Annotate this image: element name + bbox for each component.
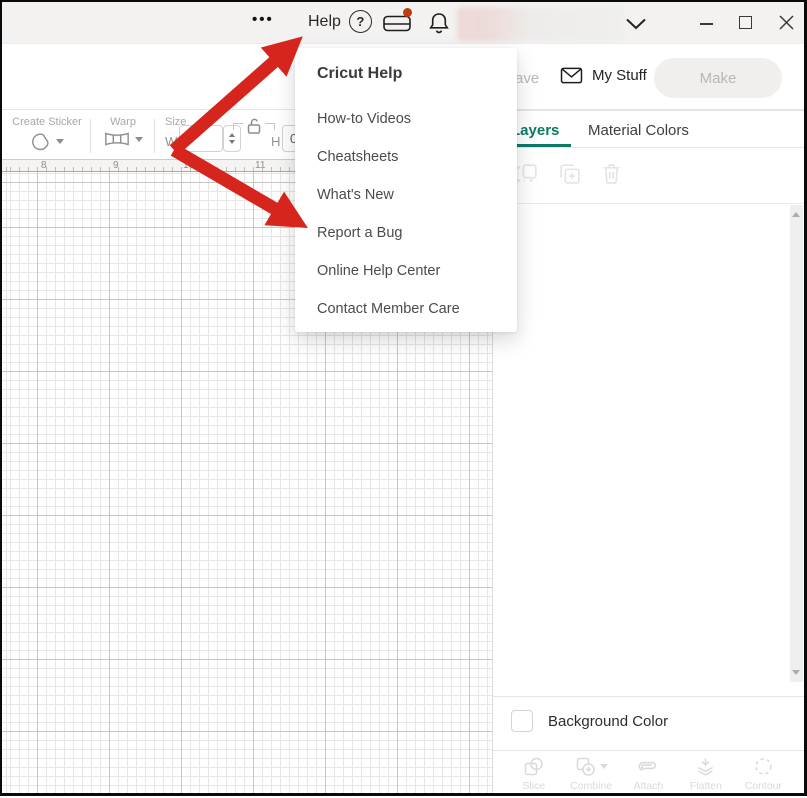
attach-icon xyxy=(637,755,660,778)
background-color-row: Background Color xyxy=(493,697,804,750)
background-color-checkbox[interactable] xyxy=(511,710,533,732)
menu-item-whats-new[interactable]: What's New xyxy=(317,187,394,203)
background-color-label: Background Color xyxy=(548,713,668,730)
menu-item-how-to-videos[interactable]: How-to Videos xyxy=(317,111,411,127)
sticker-icon xyxy=(30,131,51,152)
combine-label: Combine xyxy=(570,780,612,792)
layer-operations-toolbar: Slice Combine Attach xyxy=(493,751,804,794)
scroll-up-icon[interactable] xyxy=(792,212,800,217)
toolbar-divider xyxy=(154,119,155,153)
create-sticker-button[interactable]: Create Sticker xyxy=(8,116,86,152)
dropdown-caret-icon xyxy=(56,139,64,144)
notifications-button[interactable] xyxy=(426,10,452,37)
width-input[interactable]: 0 xyxy=(179,125,223,152)
chevron-down-icon xyxy=(625,17,647,31)
window-maximize-button[interactable] xyxy=(739,16,752,29)
delete-layer-icon[interactable] xyxy=(599,161,624,186)
warp-label: Warp xyxy=(98,116,148,128)
aspect-lock-button[interactable] xyxy=(246,117,262,134)
contour-button[interactable]: Contour xyxy=(735,751,792,794)
attach-label: Attach xyxy=(634,780,664,792)
account-dropdown-button[interactable] xyxy=(625,17,647,31)
flatten-button[interactable]: Flatten xyxy=(677,751,734,794)
group-layers-icon[interactable] xyxy=(515,161,540,186)
scroll-down-icon[interactable] xyxy=(792,670,800,675)
contour-icon xyxy=(752,755,775,778)
notification-dot xyxy=(403,8,412,17)
my-stuff-label: My Stuff xyxy=(592,67,647,84)
window-minimize-button[interactable] xyxy=(700,23,713,25)
tab-layers[interactable]: Layers xyxy=(511,122,559,139)
warp-icon xyxy=(104,131,130,147)
warp-button[interactable]: Warp xyxy=(98,116,148,147)
flatten-label: Flatten xyxy=(690,780,722,792)
lock-open-icon xyxy=(246,117,262,135)
height-label: H xyxy=(271,134,280,149)
bell-icon xyxy=(426,10,452,37)
slice-icon xyxy=(522,755,545,778)
combine-caret-icon xyxy=(600,764,608,769)
menu-title: Cricut Help xyxy=(317,65,402,83)
divider xyxy=(493,147,804,148)
width-label: W xyxy=(165,134,177,149)
overflow-menu-icon[interactable]: ••• xyxy=(252,11,274,28)
menu-item-report-a-bug[interactable]: Report a Bug xyxy=(317,225,402,241)
help-label: Help xyxy=(308,13,341,31)
lock-bracket xyxy=(233,123,243,130)
combine-button[interactable]: Combine xyxy=(562,751,619,794)
envelope-icon xyxy=(560,66,583,85)
make-button[interactable]: Make xyxy=(654,58,782,98)
lock-bracket xyxy=(265,123,275,130)
my-stuff-button[interactable]: My Stuff xyxy=(560,66,647,85)
cricut-help-menu: Cricut Help How-to Videos Cheatsheets Wh… xyxy=(295,48,517,332)
menu-item-contact-member-care[interactable]: Contact Member Care xyxy=(317,301,460,317)
stepper-up-icon xyxy=(229,133,235,137)
panel-scrollbar[interactable] xyxy=(790,205,803,682)
duplicate-layer-icon[interactable] xyxy=(557,161,582,186)
app-window: ••• Help ? xyxy=(0,0,807,796)
flatten-icon xyxy=(694,755,717,778)
tab-material-colors[interactable]: Material Colors xyxy=(588,122,689,139)
menu-item-cheatsheets[interactable]: Cheatsheets xyxy=(317,149,398,165)
help-menu-button[interactable]: Help ? xyxy=(308,10,372,33)
user-account-area[interactable] xyxy=(457,7,624,41)
close-icon xyxy=(779,15,794,30)
menu-item-online-help-center[interactable]: Online Help Center xyxy=(317,263,440,279)
layers-panel: Layers Material Colors xyxy=(492,110,804,793)
contour-label: Contour xyxy=(745,780,782,792)
combine-icon xyxy=(574,755,597,778)
divider xyxy=(493,203,804,204)
titlebar: ••• Help ? xyxy=(2,2,804,44)
create-sticker-label: Create Sticker xyxy=(8,116,86,128)
question-circle-icon: ? xyxy=(349,10,372,33)
slice-label: Slice xyxy=(522,780,545,792)
toolbar-divider xyxy=(90,119,91,153)
dropdown-caret-icon xyxy=(135,137,143,142)
stepper-down-icon xyxy=(229,140,235,144)
slice-button[interactable]: Slice xyxy=(505,751,562,794)
attach-button[interactable]: Attach xyxy=(620,751,677,794)
window-close-button[interactable] xyxy=(779,15,794,30)
